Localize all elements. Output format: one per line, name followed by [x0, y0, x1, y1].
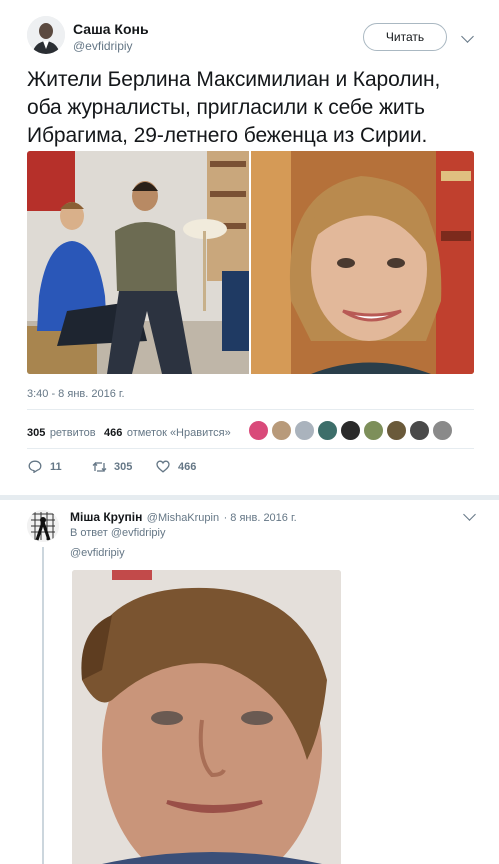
liker-avatar[interactable] — [271, 420, 292, 441]
divider — [27, 409, 474, 410]
reply-action[interactable]: 11 — [28, 458, 68, 476]
likes-count: 466 — [104, 427, 123, 439]
likes-stat[interactable]: 466 отметок «Нравится» — [104, 423, 231, 441]
liker-avatar[interactable] — [340, 420, 361, 441]
liker-avatar[interactable] — [409, 420, 430, 441]
liker-avatar[interactable] — [317, 420, 338, 441]
reply-author-handle[interactable]: @MishaKrupin — [147, 512, 219, 524]
retweets-count: 305 — [27, 427, 46, 439]
liker-avatar[interactable] — [363, 420, 384, 441]
divider — [27, 448, 474, 449]
liker-avatar[interactable] — [432, 420, 453, 441]
heart-icon — [156, 460, 170, 473]
reply-photo[interactable] — [72, 570, 341, 864]
author-name[interactable]: Саша Конь — [73, 21, 149, 37]
like-count: 466 — [178, 461, 197, 473]
retweets-label: ретвитов — [49, 427, 96, 439]
reply-mention[interactable]: @evfidripiy — [70, 547, 125, 559]
liker-avatar[interactable] — [248, 420, 269, 441]
like-action[interactable]: 466 — [156, 458, 204, 476]
follow-button[interactable]: Читать — [363, 23, 447, 51]
in-reply-to: В ответ @evfidripiy — [70, 527, 165, 539]
tweet-text: Жители Берлина Максимилиан и Каролин, об… — [27, 68, 441, 147]
liker-avatar[interactable] — [294, 420, 315, 441]
tweet-photo-left[interactable] — [27, 151, 249, 374]
author-handle[interactable]: @evfidripiy — [73, 39, 133, 53]
retweet-count: 305 — [114, 461, 133, 473]
thread-line — [42, 547, 44, 864]
reply-author-name[interactable]: Міша Крупін — [70, 510, 142, 524]
in-reply-to-prefix: В ответ — [70, 527, 108, 539]
section-divider — [0, 495, 499, 500]
tweet-photo-right[interactable] — [251, 151, 474, 374]
tweet-timestamp[interactable]: 3:40 - 8 янв. 2016 г. — [27, 388, 125, 400]
reply-avatar[interactable] — [27, 510, 59, 542]
reply-icon — [28, 460, 42, 473]
in-reply-to-handle[interactable]: @evfidripiy — [111, 527, 166, 539]
chevron-down-icon[interactable] — [461, 30, 474, 43]
reply-date[interactable]: · 8 янв. 2016 г. — [224, 512, 297, 524]
retweets-stat[interactable]: 305 ретвитов — [27, 423, 96, 441]
likes-label: отметок «Нравится» — [126, 427, 231, 439]
author-avatar[interactable] — [27, 16, 65, 54]
chevron-down-icon[interactable] — [463, 508, 476, 521]
reply-header: Міша Крупін @MishaKrupin · 8 янв. 2016 г… — [70, 508, 297, 526]
retweet-action[interactable]: 305 — [92, 458, 140, 476]
liker-avatar[interactable] — [386, 420, 407, 441]
retweet-icon — [92, 461, 107, 473]
reply-count: 11 — [50, 461, 62, 473]
